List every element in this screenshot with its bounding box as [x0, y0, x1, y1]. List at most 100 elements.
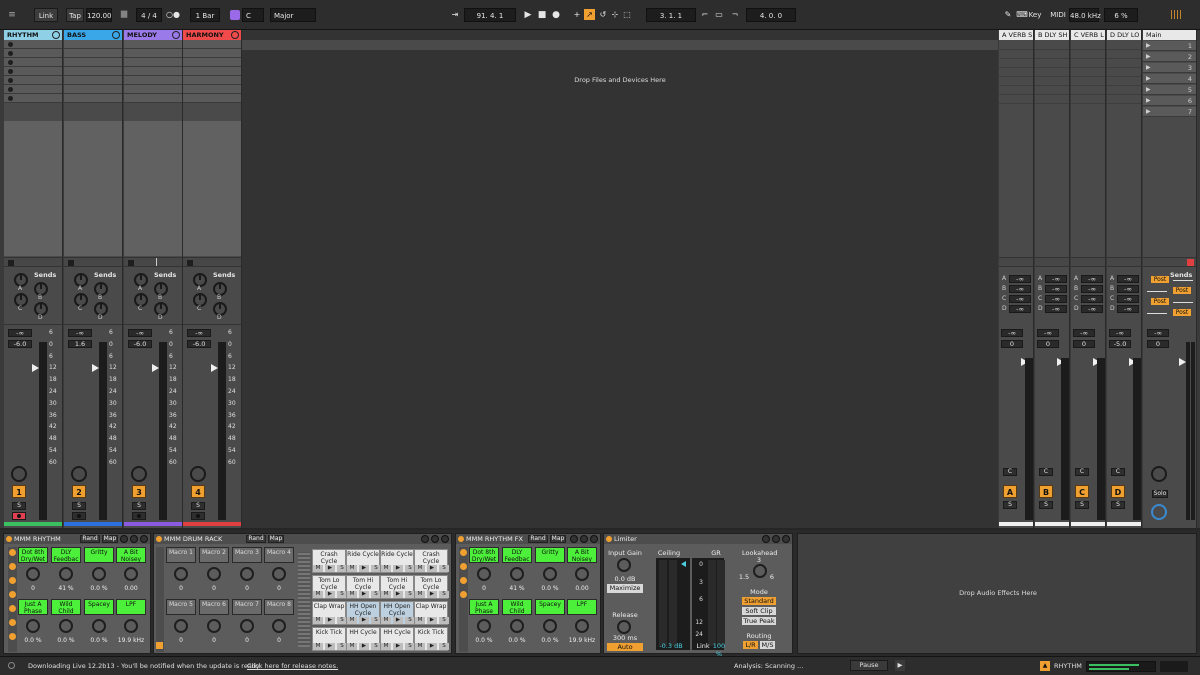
- macro-knob[interactable]: [174, 567, 188, 581]
- solo-button[interactable]: S: [132, 502, 146, 510]
- post-fader-button[interactable]: Post: [1151, 298, 1169, 305]
- drum-pad[interactable]: Tom Lo Cycle M ▶ S: [414, 575, 449, 599]
- device-power-icon[interactable]: [606, 536, 612, 542]
- macro-knob[interactable]: [124, 619, 138, 633]
- automation-arm-icon[interactable]: ↗: [584, 9, 595, 20]
- pad-mute-button[interactable]: M: [347, 591, 357, 598]
- metronome-icon[interactable]: ○●: [166, 8, 180, 22]
- solo-button[interactable]: S: [191, 502, 205, 510]
- track-menu-icon[interactable]: [112, 31, 120, 39]
- pan-knob[interactable]: [71, 466, 87, 482]
- rack-chain-icon[interactable]: [9, 605, 16, 612]
- drum-pad[interactable]: HH Cycle M ▶ S: [346, 627, 381, 651]
- pad-mute-button[interactable]: M: [347, 617, 357, 624]
- pan-knob[interactable]: [131, 466, 147, 482]
- volume-fader[interactable]: [92, 364, 99, 372]
- main-header[interactable]: Main: [1143, 30, 1196, 40]
- session-record-icon[interactable]: ⬚: [622, 8, 632, 22]
- empty-clip-area[interactable]: [4, 121, 62, 256]
- mode-button[interactable]: True Peak: [742, 617, 776, 625]
- track-activator-button[interactable]: 3: [132, 485, 146, 498]
- clip-slot[interactable]: [4, 40, 62, 49]
- send-amount-field[interactable]: -∞: [1045, 305, 1067, 313]
- track-header[interactable]: MELODY: [124, 30, 182, 40]
- clip-slot[interactable]: [124, 94, 182, 103]
- crossfade-button[interactable]: C: [1003, 468, 1017, 476]
- scene-launch[interactable]: ▶ 7: [1143, 107, 1196, 117]
- macro-knob[interactable]: [477, 619, 491, 633]
- macro-knob[interactable]: [510, 567, 524, 581]
- solo-button[interactable]: S: [1039, 501, 1053, 509]
- stop-clip-icon[interactable]: [187, 260, 193, 266]
- clip-slot[interactable]: [64, 76, 122, 85]
- play-icon[interactable]: ▶: [522, 8, 534, 22]
- arrangement-position[interactable]: 91. 4. 1: [464, 8, 516, 22]
- macro-knob[interactable]: [59, 567, 73, 581]
- pad-solo-button[interactable]: S: [439, 617, 449, 624]
- stop-clip-icon[interactable]: [128, 260, 134, 266]
- macro-label[interactable]: Wild Child: [502, 599, 532, 615]
- pad-mute-button[interactable]: M: [381, 643, 391, 650]
- mode-button[interactable]: Soft Clip: [742, 607, 776, 615]
- pad-play-button[interactable]: ▶: [427, 617, 437, 624]
- send-amount-field[interactable]: -∞: [1117, 295, 1139, 303]
- clip-slot[interactable]: [124, 58, 182, 67]
- clip-slot-record-icon[interactable]: [8, 78, 13, 83]
- rand-button[interactable]: Rand: [80, 535, 100, 543]
- clip-slot[interactable]: [4, 76, 62, 85]
- clip-slot[interactable]: [4, 94, 62, 103]
- pad-mute-button[interactable]: M: [415, 617, 425, 624]
- drum-pad[interactable]: Kick Tick M ▶ S: [414, 627, 449, 651]
- macro-label[interactable]: Dot 8th Dry/Wet: [18, 547, 48, 563]
- drum-pad[interactable]: HH Cycle M ▶ S: [380, 627, 415, 651]
- rack-chain-icon[interactable]: [460, 563, 467, 570]
- drum-pad[interactable]: HH Open Cycle M ▶ S: [346, 601, 381, 625]
- drum-pad[interactable]: Crash Cycle M ▶ S: [312, 549, 347, 573]
- mode-button[interactable]: Standard: [742, 597, 776, 605]
- macro-knob[interactable]: [92, 619, 106, 633]
- rand-button[interactable]: Rand: [528, 535, 548, 543]
- pad-play-button[interactable]: ▶: [427, 591, 437, 598]
- arm-button[interactable]: [12, 512, 26, 520]
- crossfade-button[interactable]: C: [1111, 468, 1125, 476]
- solo-mode-button[interactable]: Solo: [1152, 490, 1168, 498]
- clip-slot[interactable]: [64, 49, 122, 58]
- follow-icon[interactable]: ⇥: [448, 8, 462, 22]
- macro-label[interactable]: Macro 7: [232, 599, 262, 615]
- return-activator-button[interactable]: D: [1111, 485, 1125, 498]
- lookahead-knob[interactable]: [753, 564, 767, 578]
- io-indicator-icon[interactable]: ||||: [1168, 8, 1184, 22]
- clip-slot[interactable]: [124, 40, 182, 49]
- device-title-bar[interactable]: MMM RHYTHM Rand Map: [4, 534, 150, 544]
- macro-label[interactable]: DLY Feedbac: [51, 547, 81, 563]
- solo-button[interactable]: S: [1075, 501, 1089, 509]
- arm-button[interactable]: [72, 512, 86, 520]
- track-menu-icon[interactable]: [231, 31, 239, 39]
- routing-lr-button[interactable]: L/R: [743, 641, 758, 649]
- resume-icon[interactable]: ▶: [895, 660, 905, 671]
- drum-pad[interactable]: Kick Tick M ▶ S: [312, 627, 347, 651]
- return-activator-button[interactable]: A: [1003, 485, 1017, 498]
- volume-fader[interactable]: [1179, 358, 1186, 366]
- pad-play-button[interactable]: ▶: [393, 617, 403, 624]
- pad-mute-button[interactable]: M: [313, 617, 323, 624]
- rack-chain-icon[interactable]: [9, 549, 16, 556]
- macro-knob[interactable]: [59, 619, 73, 633]
- clip-slot-record-icon[interactable]: [8, 42, 13, 47]
- return-header[interactable]: D DLY LO: [1107, 30, 1141, 40]
- pad-play-button[interactable]: ▶: [427, 565, 437, 572]
- pad-play-button[interactable]: ▶: [393, 565, 403, 572]
- re-enable-automation-icon[interactable]: ↺: [598, 8, 608, 22]
- clip-slot-record-icon[interactable]: [8, 69, 13, 74]
- return-header[interactable]: A VERB S: [999, 30, 1033, 40]
- ceiling-slider[interactable]: [681, 561, 686, 567]
- capture-icon[interactable]: ⊹: [610, 8, 620, 22]
- pad-play-button[interactable]: ▶: [325, 617, 335, 624]
- release-notes-link[interactable]: Click here for release notes.: [247, 662, 338, 670]
- tempo-field[interactable]: 120.00: [86, 8, 112, 22]
- rack-chain-icon[interactable]: [460, 591, 467, 598]
- pad-overview[interactable]: [298, 552, 310, 647]
- macro-knob[interactable]: [26, 567, 40, 581]
- rack-chain-icon[interactable]: [9, 563, 16, 570]
- link-button[interactable]: Link: [34, 8, 58, 22]
